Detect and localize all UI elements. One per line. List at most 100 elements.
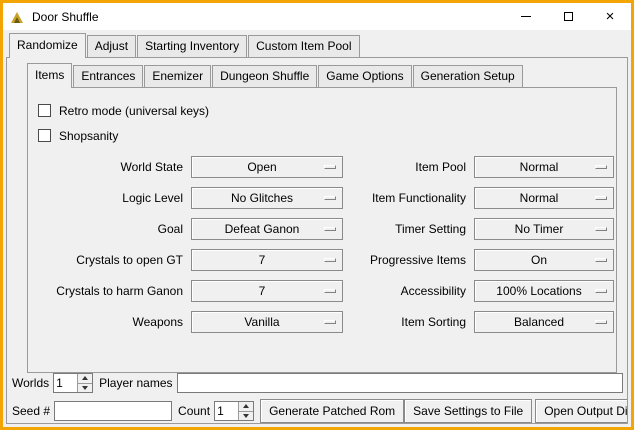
dropdown-indicator-icon [324, 196, 336, 200]
outer-tab-bar: Randomize Adjust Starting Inventory Cust… [9, 33, 628, 57]
progressive-items-value: On [531, 253, 557, 267]
dropdown-indicator-icon [595, 165, 607, 169]
count-label: Count [178, 404, 210, 418]
dropdown-indicator-icon [595, 289, 607, 293]
dropdown-indicator-icon [595, 320, 607, 324]
window-title: Door Shuffle [32, 10, 99, 24]
save-settings-button[interactable]: Save Settings to File [404, 399, 532, 423]
client-area: Randomize Adjust Starting Inventory Cust… [3, 30, 631, 427]
crystals-gt-label: Crystals to open GT [38, 253, 183, 267]
retro-mode-label: Retro mode (universal keys) [59, 104, 209, 118]
crystals-gt-value: 7 [259, 253, 276, 267]
logic-level-dropdown[interactable]: No Glitches [191, 187, 343, 209]
timer-setting-value: No Timer [515, 222, 574, 236]
worlds-spin-down-button[interactable] [78, 384, 92, 393]
accessibility-dropdown[interactable]: 100% Locations [474, 280, 614, 302]
tab-entrances[interactable]: Entrances [73, 65, 143, 87]
tab-adjust[interactable]: Adjust [87, 35, 136, 57]
weapons-value: Vanilla [244, 315, 289, 329]
world-state-value: Open [247, 160, 286, 174]
seed-row: Seed # Count Generate Patched Rom Save S… [12, 399, 623, 423]
goal-label: Goal [38, 222, 183, 236]
accessibility-value: 100% Locations [496, 284, 591, 298]
logic-level-label: Logic Level [38, 191, 183, 205]
player-names-label: Player names [99, 376, 172, 390]
worlds-row: Worlds Player names [12, 373, 623, 393]
minimize-button[interactable] [505, 3, 547, 30]
dropdown-indicator-icon [324, 320, 336, 324]
count-spinbox [214, 401, 254, 421]
retro-mode-checkbox[interactable] [38, 104, 51, 117]
close-button[interactable]: × [589, 3, 631, 30]
dropdown-indicator-icon [595, 258, 607, 262]
logic-level-value: No Glitches [231, 191, 303, 205]
open-output-button[interactable]: Open Output Directory [535, 399, 628, 423]
generate-button[interactable]: Generate Patched Rom [260, 399, 404, 423]
options-grid: World State Open Item Pool Normal Logic … [38, 156, 616, 333]
titlebar: Door Shuffle × [3, 3, 631, 30]
world-state-dropdown[interactable]: Open [191, 156, 343, 178]
timer-setting-dropdown[interactable]: No Timer [474, 218, 614, 240]
dropdown-indicator-icon [595, 227, 607, 231]
count-spin-down-button[interactable] [239, 412, 253, 421]
dropdown-indicator-icon [324, 165, 336, 169]
item-pool-label: Item Pool [351, 160, 466, 174]
app-icon [10, 9, 25, 24]
tab-randomize[interactable]: Randomize [9, 33, 86, 58]
tab-starting-inventory[interactable]: Starting Inventory [137, 35, 247, 57]
inner-tab-bar: Items Entrances Enemizer Dungeon Shuffle… [27, 63, 627, 87]
worlds-spin-buttons [77, 374, 92, 392]
count-spin-up-button[interactable] [239, 402, 253, 412]
goal-value: Defeat Ganon [225, 222, 310, 236]
crystals-ganon-label: Crystals to harm Ganon [38, 284, 183, 298]
weapons-label: Weapons [38, 315, 183, 329]
crystals-gt-dropdown[interactable]: 7 [191, 249, 343, 271]
dropdown-indicator-icon [595, 196, 607, 200]
player-names-input[interactable] [177, 373, 624, 393]
goal-dropdown[interactable]: Defeat Ganon [191, 218, 343, 240]
seed-input[interactable] [54, 401, 172, 421]
retro-mode-row: Retro mode (universal keys) [38, 98, 616, 123]
tab-custom-item-pool[interactable]: Custom Item Pool [248, 35, 359, 57]
close-icon: × [606, 9, 615, 24]
timer-setting-label: Timer Setting [351, 222, 466, 236]
window-controls: × [505, 3, 631, 30]
items-panel: Retro mode (universal keys) Shopsanity W… [27, 87, 617, 373]
dropdown-indicator-icon [324, 227, 336, 231]
dropdown-indicator-icon [324, 258, 336, 262]
tab-generation-setup[interactable]: Generation Setup [413, 65, 523, 87]
item-sorting-label: Item Sorting [351, 315, 466, 329]
window: Door Shuffle × Randomize Adjust Starting… [0, 0, 634, 430]
crystals-ganon-value: 7 [259, 284, 276, 298]
tab-enemizer[interactable]: Enemizer [144, 65, 211, 87]
maximize-icon [564, 12, 573, 21]
world-state-label: World State [38, 160, 183, 174]
item-functionality-value: Normal [520, 191, 569, 205]
worlds-input[interactable] [54, 374, 77, 392]
worlds-spin-up-button[interactable] [78, 374, 92, 384]
randomize-panel: Items Entrances Enemizer Dungeon Shuffle… [6, 57, 628, 424]
crystals-ganon-dropdown[interactable]: 7 [191, 280, 343, 302]
tab-game-options[interactable]: Game Options [318, 65, 411, 87]
progressive-items-dropdown[interactable]: On [474, 249, 614, 271]
accessibility-label: Accessibility [351, 284, 466, 298]
count-input[interactable] [215, 402, 238, 420]
dropdown-indicator-icon [324, 289, 336, 293]
item-pool-value: Normal [520, 160, 569, 174]
item-functionality-label: Item Functionality [351, 191, 466, 205]
shopsanity-checkbox[interactable] [38, 129, 51, 142]
item-functionality-dropdown[interactable]: Normal [474, 187, 614, 209]
weapons-dropdown[interactable]: Vanilla [191, 311, 343, 333]
progressive-items-label: Progressive Items [351, 253, 466, 267]
maximize-button[interactable] [547, 3, 589, 30]
count-spin-buttons [238, 402, 253, 420]
tab-items[interactable]: Items [27, 63, 72, 88]
titlebar-left: Door Shuffle [3, 9, 505, 24]
item-pool-dropdown[interactable]: Normal [474, 156, 614, 178]
bottom-controls: Worlds Player names Seed # [7, 373, 627, 424]
seed-label: Seed # [12, 404, 50, 418]
tab-dungeon-shuffle[interactable]: Dungeon Shuffle [212, 65, 317, 87]
item-sorting-dropdown[interactable]: Balanced [474, 311, 614, 333]
worlds-spinbox [53, 373, 93, 393]
shopsanity-row: Shopsanity [38, 123, 616, 148]
